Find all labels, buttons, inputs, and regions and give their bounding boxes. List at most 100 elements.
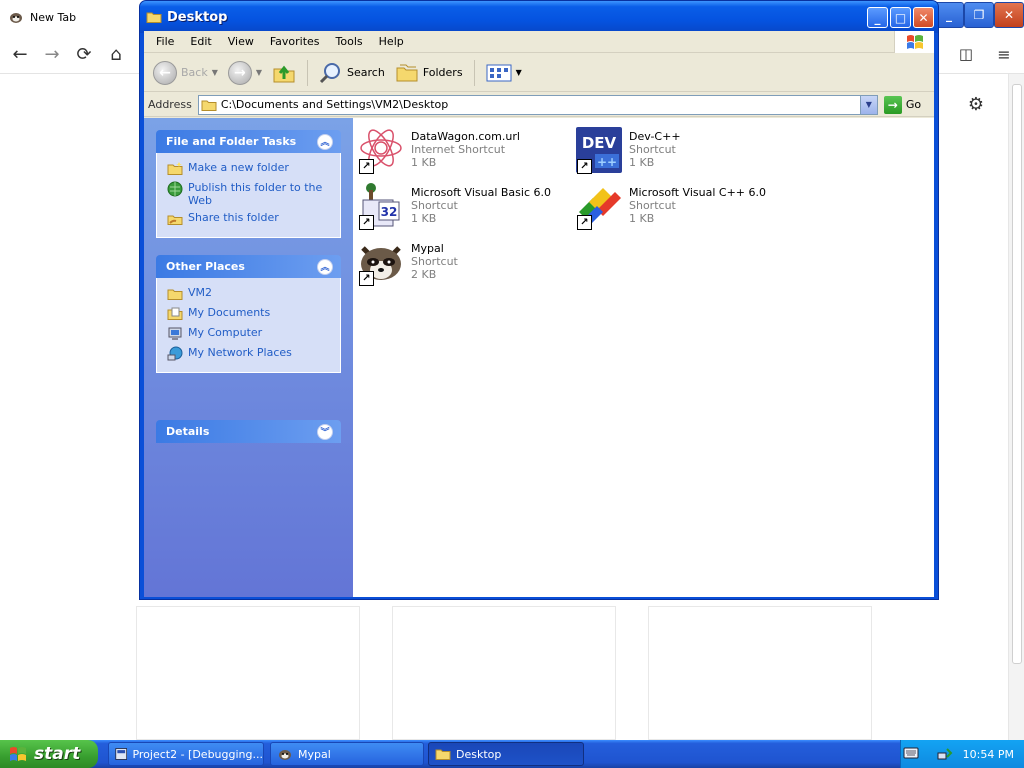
link-label: Publish this folder to the Web xyxy=(188,181,323,207)
browser-newtab-tile[interactable] xyxy=(648,606,872,740)
shortcut-arrow-icon: ↗ xyxy=(359,215,374,230)
other-places-header[interactable]: Other Places ︽ xyxy=(156,255,341,278)
file-item-mypal[interactable]: ↗ Mypal Shortcut 2 KB xyxy=(357,238,567,290)
browser-restore-button[interactable]: ❐ xyxy=(964,2,994,28)
folder-icon xyxy=(146,12,162,23)
folders-button[interactable]: Folders xyxy=(392,58,466,88)
start-button[interactable]: start xyxy=(0,740,98,768)
menu-file[interactable]: File xyxy=(148,31,182,53)
file-name: Microsoft Visual C++ 6.0 xyxy=(629,186,766,199)
back-dropdown-icon[interactable]: ▼ xyxy=(212,68,218,77)
file-type: Shortcut xyxy=(411,199,458,212)
taskbar-item-project2[interactable]: Project2 - [Debugging... xyxy=(108,742,264,766)
browser-sidebar-icon[interactable]: ◫ xyxy=(952,40,980,68)
start-label: start xyxy=(34,744,81,764)
expand-chevron-icon[interactable]: ︾ xyxy=(317,423,333,440)
window-titlebar[interactable]: Desktop _ □ ✕ xyxy=(140,1,938,33)
network-tray-icon[interactable] xyxy=(937,746,953,762)
search-button[interactable]: Search xyxy=(316,58,388,88)
details-panel: Details ︾ xyxy=(156,420,341,443)
window-controls: _ □ ✕ xyxy=(867,7,934,28)
menu-favorites[interactable]: Favorites xyxy=(262,31,328,53)
collapse-chevron-icon[interactable]: ︽ xyxy=(317,133,333,150)
file-item-datawagon[interactable]: ↗ DataWagon.com.url Internet Shortcut 1 … xyxy=(357,126,567,178)
browser-forward-icon[interactable]: → xyxy=(38,40,66,68)
file-size: 2 KB xyxy=(411,268,437,281)
browser-settings-gear-icon[interactable]: ⚙ xyxy=(962,90,990,118)
make-new-folder-link[interactable]: Make a new folder xyxy=(167,161,340,177)
file-size: 1 KB xyxy=(411,212,437,225)
browser-scrollbar[interactable] xyxy=(1008,74,1024,740)
file-item-vcpp6[interactable]: ↗ Microsoft Visual C++ 6.0 Shortcut 1 KB xyxy=(575,182,785,234)
browser-scroll-thumb[interactable] xyxy=(1012,84,1022,664)
menu-view[interactable]: View xyxy=(220,31,262,53)
taskbar-item-desktop[interactable]: Desktop xyxy=(428,742,584,766)
address-dropdown-icon[interactable]: ▼ xyxy=(859,95,877,114)
address-value: C:\Documents and Settings\VM2\Desktop xyxy=(220,98,449,111)
folders-icon xyxy=(396,64,418,81)
link-label: My Documents xyxy=(188,306,271,319)
taskbar: start Project2 - [Debugging... Mypal Des… xyxy=(0,740,1024,768)
link-label: Make a new folder xyxy=(188,161,289,174)
browser-reload-icon[interactable]: ⟳ xyxy=(70,40,98,68)
place-my-computer-link[interactable]: My Computer xyxy=(167,326,340,342)
go-button[interactable]: → Go xyxy=(883,95,922,114)
toolbar-separator xyxy=(307,59,309,86)
collapse-chevron-icon[interactable]: ︽ xyxy=(317,258,333,275)
browser-newtab-tile[interactable] xyxy=(392,606,616,740)
windows-logo-icon xyxy=(894,31,934,53)
file-item-vb6[interactable]: 32 ↗ Microsoft Visual Basic 6.0 Shortcut… xyxy=(357,182,567,234)
browser-window-controls: _ ❐ ✕ xyxy=(934,0,1024,30)
folders-label: Folders xyxy=(422,66,463,79)
window-client: File Edit View Favorites Tools Help ← Ba… xyxy=(144,31,934,597)
clock[interactable]: 10:54 PM xyxy=(963,748,1014,761)
menu-edit[interactable]: Edit xyxy=(182,31,219,53)
publish-to-web-link[interactable]: Publish this folder to the Web xyxy=(167,181,340,207)
standard-toolbar: ← Back ▼ → ▼ Search Folders ▼ xyxy=(144,54,934,92)
file-folder-tasks-header[interactable]: File and Folder Tasks ︽ xyxy=(156,130,341,153)
browser-close-button[interactable]: ✕ xyxy=(994,2,1024,28)
back-button[interactable]: ← Back ▼ xyxy=(150,58,221,88)
browser-back-icon[interactable]: ← xyxy=(6,40,34,68)
file-type: Shortcut xyxy=(629,199,676,212)
views-button[interactable]: ▼ xyxy=(483,58,525,88)
forward-button[interactable]: → ▼ xyxy=(225,58,265,88)
views-icon xyxy=(486,64,512,81)
browser-tab[interactable]: New Tab xyxy=(0,0,140,34)
close-button[interactable]: ✕ xyxy=(913,7,934,28)
menu-tools[interactable]: Tools xyxy=(328,31,371,53)
place-my-network-link[interactable]: My Network Places xyxy=(167,346,340,362)
details-header[interactable]: Details ︾ xyxy=(156,420,341,443)
share-folder-link[interactable]: Share this folder xyxy=(167,211,340,227)
task-pane: File and Folder Tasks ︽ Make a new folde… xyxy=(144,118,353,597)
back-label: Back xyxy=(181,66,208,79)
explorer-window: Desktop _ □ ✕ File Edit View Favorites T… xyxy=(139,0,939,600)
up-folder-icon xyxy=(273,65,295,82)
place-vm2-link[interactable]: VM2 xyxy=(167,286,340,302)
file-name: Dev-C++ xyxy=(629,130,681,143)
keyboard-tray-icon[interactable] xyxy=(903,746,919,760)
file-type: Internet Shortcut xyxy=(411,143,506,156)
address-field[interactable]: C:\Documents and Settings\VM2\Desktop ▼ xyxy=(197,94,878,115)
file-name: Mypal xyxy=(411,242,444,255)
taskbar-item-mypal[interactable]: Mypal xyxy=(270,742,424,766)
shortcut-arrow-icon: ↗ xyxy=(359,159,374,174)
shortcut-arrow-icon: ↗ xyxy=(577,215,592,230)
menu-help[interactable]: Help xyxy=(371,31,412,53)
up-folder-button[interactable] xyxy=(269,58,299,88)
browser-menu-icon[interactable]: ≡ xyxy=(990,40,1018,68)
go-label: Go xyxy=(905,98,922,111)
minimize-button[interactable]: _ xyxy=(867,7,888,28)
file-item-devcpp[interactable]: DEV ++ ↗ Dev-C++ Shortcut 1 KB xyxy=(575,126,785,178)
browser-newtab-tile[interactable] xyxy=(136,606,360,740)
file-name: Microsoft Visual Basic 6.0 xyxy=(411,186,552,199)
maximize-button[interactable]: □ xyxy=(890,7,911,28)
my-computer-icon xyxy=(168,327,182,340)
forward-dropdown-icon[interactable]: ▼ xyxy=(256,68,262,77)
browser-home-icon[interactable]: ⌂ xyxy=(102,40,130,68)
new-folder-icon xyxy=(167,162,183,175)
panel-body: VM2 My Documents My Computer My Network … xyxy=(156,278,341,373)
visual-cpp-icon: ↗ xyxy=(575,182,623,230)
back-arrow-icon: ← xyxy=(153,60,177,85)
place-my-documents-link[interactable]: My Documents xyxy=(167,306,340,322)
